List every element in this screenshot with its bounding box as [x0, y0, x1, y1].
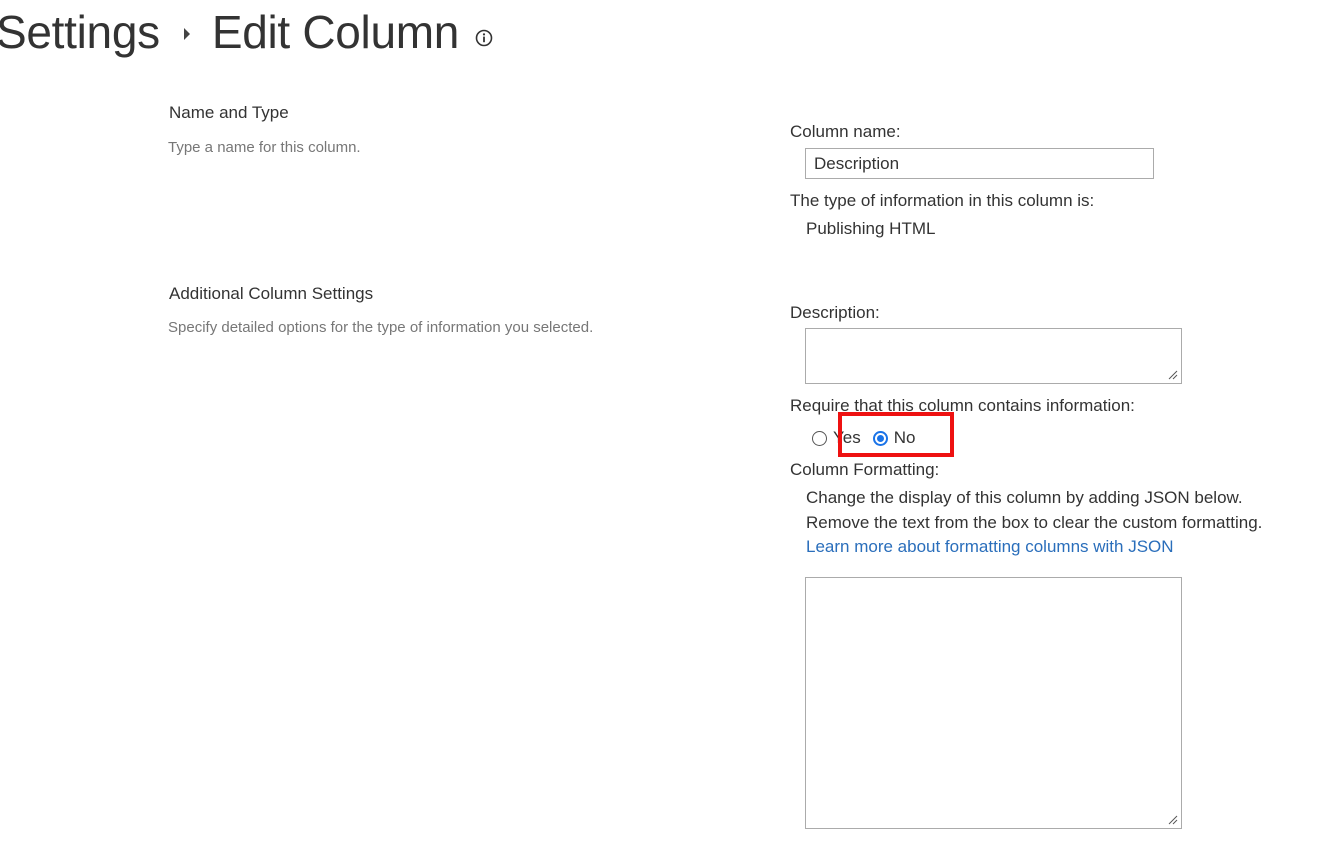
breadcrumb: Settings Edit Column	[0, 2, 493, 62]
column-name-input[interactable]	[805, 148, 1154, 179]
formatting-json-textarea[interactable]	[805, 577, 1182, 829]
section-desc-name-type: Type a name for this column.	[168, 139, 361, 156]
info-icon[interactable]	[475, 29, 493, 47]
require-yes-radio[interactable]	[812, 430, 827, 446]
type-info-label: The type of information in this column i…	[790, 191, 1095, 210]
require-no-radio[interactable]	[872, 430, 888, 446]
formatting-help-line2: Remove the text from the box to clear th…	[806, 513, 1263, 532]
breadcrumb-settings-link[interactable]: Settings	[0, 5, 160, 59]
page-title: Edit Column	[211, 6, 460, 58]
resize-grip-icon[interactable]	[1168, 815, 1178, 825]
require-radio-group: Yes No	[812, 426, 915, 450]
require-yes-label[interactable]: Yes	[833, 428, 861, 448]
edit-column-page: Settings Edit Column Name and Type Type …	[0, 0, 1324, 868]
resize-grip-icon[interactable]	[1168, 370, 1178, 380]
formatting-help-line1: Change the display of this column by add…	[806, 488, 1243, 507]
require-label: Require that this column contains inform…	[790, 396, 1135, 415]
column-name-label: Column name:	[790, 122, 901, 141]
formatting-label: Column Formatting:	[790, 460, 940, 479]
formatting-learn-more-link[interactable]: Learn more about formatting columns with…	[806, 537, 1174, 557]
description-textarea[interactable]	[805, 328, 1182, 384]
description-label: Description:	[790, 303, 880, 322]
type-info-value: Publishing HTML	[806, 219, 936, 238]
section-desc-additional: Specify detailed options for the type of…	[168, 319, 594, 336]
section-title-name-type: Name and Type	[169, 103, 289, 122]
breadcrumb-chevron-icon	[183, 28, 190, 40]
require-no-label[interactable]: No	[894, 428, 916, 448]
section-title-additional: Additional Column Settings	[169, 284, 374, 303]
